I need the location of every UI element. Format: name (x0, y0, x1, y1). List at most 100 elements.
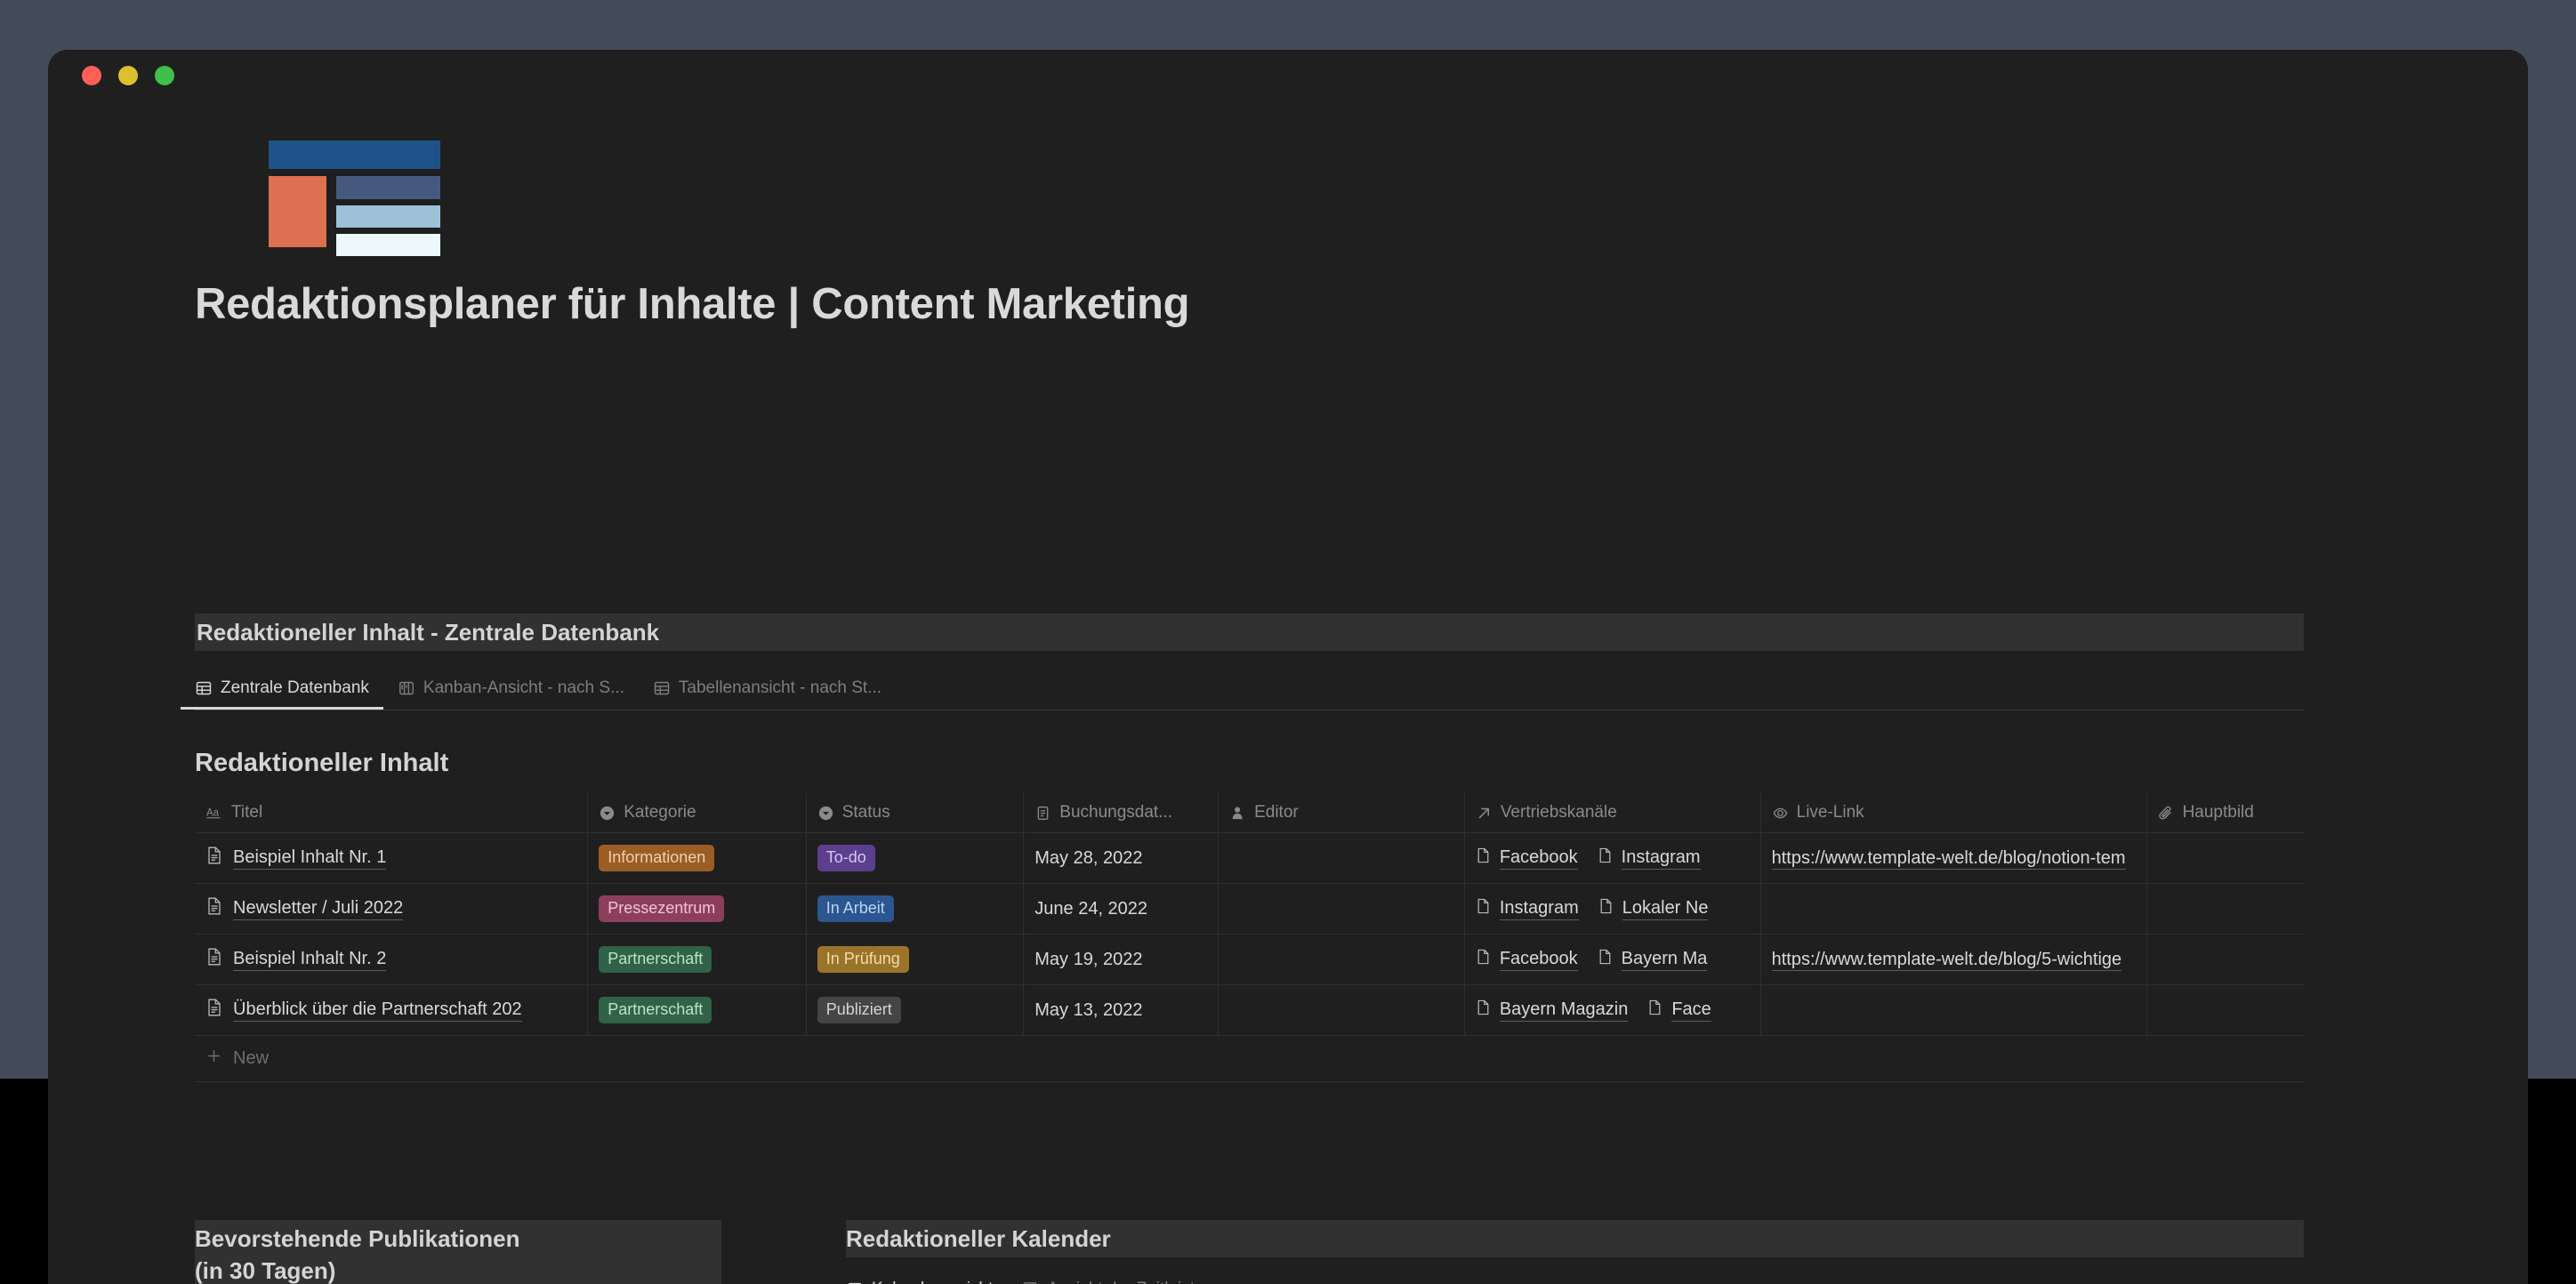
page-doc-icon (1598, 847, 1613, 870)
column-header-buchungsdatum[interactable]: Buchungsdat... (1024, 793, 1220, 832)
table-row[interactable]: Beispiel Inhalt Nr. 2 Partnerschaft In P… (195, 935, 2304, 985)
cell-buchungsdatum[interactable]: May 13, 2022 (1024, 985, 1220, 1035)
page-doc-icon (1476, 948, 1491, 971)
relation-item-label: Lokaler Ne (1622, 898, 1709, 920)
cell-status[interactable]: To-do (807, 833, 1025, 883)
maximize-window-button[interactable] (155, 66, 174, 85)
cell-editor[interactable] (1219, 935, 1465, 984)
column-header-editor-label: Editor (1254, 803, 1299, 822)
cell-kategorie[interactable]: Partnerschaft (588, 935, 807, 984)
cell-status[interactable]: In Arbeit (807, 884, 1025, 934)
cell-hauptbild[interactable] (2147, 985, 2304, 1035)
table-row[interactable]: Überblick über die Partnerschaft 202 Par… (195, 985, 2304, 1036)
column-header-hauptbild[interactable]: Hauptbild (2147, 793, 2304, 832)
tab-kanban-ansicht[interactable]: Kanban-Ansicht - nach S... (383, 678, 639, 710)
page-doc-icon (205, 947, 223, 972)
section-heading-upcoming-publications: Bevorstehende Publikationen (in 30 Tagen… (195, 1220, 721, 1284)
page-doc-icon (1598, 897, 1614, 920)
relation-item[interactable]: Lokaler Ne (1598, 897, 1709, 920)
relation-item[interactable]: Bayern Magazin (1476, 999, 1629, 1022)
tab-ansicht-der-zeitleiste-label: Ansicht der Zeitleiste (1047, 1280, 1203, 1284)
cell-titel[interactable]: Überblick über die Partnerschaft 202 (195, 985, 589, 1035)
section-heading-editorial-calendar-label: Redaktioneller Kalender (846, 1224, 1111, 1252)
cell-titel[interactable]: Beispiel Inhalt Nr. 2 (195, 935, 589, 984)
cell-titel-label: Überblick über die Partnerschaft 202 (233, 999, 522, 1022)
cell-titel-label: Beispiel Inhalt Nr. 2 (233, 949, 387, 971)
cell-buchungsdatum[interactable]: May 28, 2022 (1024, 833, 1220, 883)
cell-live-link[interactable] (1761, 985, 2147, 1035)
tab-zentrale-datenbank[interactable]: Zentrale Datenbank (181, 678, 383, 710)
cell-editor[interactable] (1219, 884, 1465, 934)
tab-tabellenansicht[interactable]: Tabellenansicht - nach St... (639, 678, 896, 710)
tab-zentrale-datenbank-label: Zentrale Datenbank (221, 678, 369, 697)
person-icon (1229, 805, 1246, 822)
app-window: Redaktionsplaner für Inhalte | Content M… (48, 50, 2528, 1284)
cell-vertriebskanaele[interactable]: Bayern Magazin Face (1465, 985, 1761, 1035)
cell-status[interactable]: Publiziert (807, 985, 1025, 1035)
logo-bar-right-2 (336, 205, 440, 228)
select-circle-icon (599, 805, 616, 822)
column-header-live-link[interactable]: Live-Link (1761, 793, 2147, 832)
cell-hauptbild[interactable] (2147, 935, 2304, 984)
live-link-url[interactable]: https://www.template-welt.de/blog/notion… (1771, 847, 2126, 870)
cell-buchungsdatum-label: May 13, 2022 (1034, 999, 1143, 1020)
cell-live-link[interactable]: https://www.template-welt.de/blog/notion… (1761, 833, 2147, 883)
table-row[interactable]: Newsletter / Juli 2022 Pressezentrum In … (195, 884, 2304, 935)
cell-titel[interactable]: Newsletter / Juli 2022 (195, 884, 589, 934)
cell-titel[interactable]: Beispiel Inhalt Nr. 1 (195, 833, 589, 883)
column-header-kategorie[interactable]: Kategorie (588, 793, 807, 832)
kategorie-tag: Partnerschaft (599, 946, 712, 973)
cell-kategorie[interactable]: Partnerschaft (588, 985, 807, 1035)
cell-hauptbild[interactable] (2147, 833, 2304, 883)
cell-buchungsdatum[interactable]: May 19, 2022 (1024, 935, 1220, 984)
page-doc-icon (205, 998, 223, 1023)
relation-item[interactable]: Facebook (1476, 847, 1578, 870)
relation-item[interactable]: Instagram (1476, 897, 1579, 920)
kategorie-tag: Informationen (599, 845, 715, 871)
cell-kategorie[interactable]: Pressezentrum (588, 884, 807, 934)
cell-editor[interactable] (1219, 833, 1465, 883)
cell-vertriebskanaele[interactable]: Facebook Instagram (1465, 833, 1761, 883)
logo-bar-left (269, 176, 326, 247)
cell-vertriebskanaele[interactable]: Facebook Bayern Ma (1465, 935, 1761, 984)
relation-item[interactable]: Instagram (1598, 847, 1701, 870)
tab-kanban-ansicht-label: Kanban-Ansicht - nach S... (423, 678, 624, 697)
cell-hauptbild[interactable] (2147, 884, 2304, 934)
table-row[interactable]: Beispiel Inhalt Nr. 1 Informationen To-d… (195, 833, 2304, 884)
window-titlebar (48, 50, 2528, 101)
column-header-titel-label: Titel (231, 803, 263, 822)
column-header-titel[interactable]: Aa Titel (195, 793, 589, 832)
table-header-row: Aa Titel Kategorie Status Buchungsdat...… (195, 793, 2304, 833)
status-tag: In Prüfung (817, 946, 909, 973)
relation-item[interactable]: Facebook (1476, 948, 1578, 971)
cell-buchungsdatum[interactable]: June 24, 2022 (1024, 884, 1220, 934)
cell-status[interactable]: In Prüfung (807, 935, 1025, 984)
page-doc-icon (1476, 897, 1491, 920)
tab-ansicht-der-zeitleiste[interactable]: Ansicht der Zeitleiste (1007, 1280, 1218, 1284)
page-doc-icon (1598, 948, 1613, 971)
column-header-editor[interactable]: Editor (1219, 793, 1465, 832)
minimize-window-button[interactable] (118, 66, 138, 85)
column-header-vertriebskanaele[interactable]: Vertriebskanäle (1465, 793, 1761, 832)
cell-live-link[interactable] (1761, 884, 2147, 934)
relation-item-label: Instagram (1621, 847, 1701, 870)
cell-live-link[interactable]: https://www.template-welt.de/blog/5-wich… (1761, 935, 2147, 984)
notion-page: Redaktionsplaner für Inhalte | Content M… (48, 101, 2528, 1284)
cell-vertriebskanaele[interactable]: Instagram Lokaler Ne (1465, 884, 1761, 934)
live-link-url[interactable]: https://www.template-welt.de/blog/5-wich… (1771, 949, 2122, 971)
table-new-row-label: New (233, 1048, 270, 1068)
page-doc-icon (205, 846, 223, 871)
table-new-row-button[interactable]: New (195, 1036, 2304, 1082)
close-window-button[interactable] (82, 66, 101, 85)
page-doc-icon (1476, 999, 1491, 1022)
relation-item[interactable]: Bayern Ma (1598, 948, 1708, 971)
column-header-status[interactable]: Status (807, 793, 1025, 832)
calendar-31-icon: 31 (846, 1280, 864, 1284)
relation-item[interactable]: Face (1647, 999, 1711, 1022)
cell-kategorie[interactable]: Informationen (588, 833, 807, 883)
relation-item-label: Bayern Magazin (1499, 999, 1629, 1022)
cell-editor[interactable] (1219, 985, 1465, 1035)
cell-buchungsdatum-label: June 24, 2022 (1034, 898, 1148, 919)
tab-kalenderansicht[interactable]: 31 Kalenderansicht (832, 1280, 1007, 1284)
tab-kalenderansicht-label: Kalenderansicht (872, 1280, 993, 1284)
